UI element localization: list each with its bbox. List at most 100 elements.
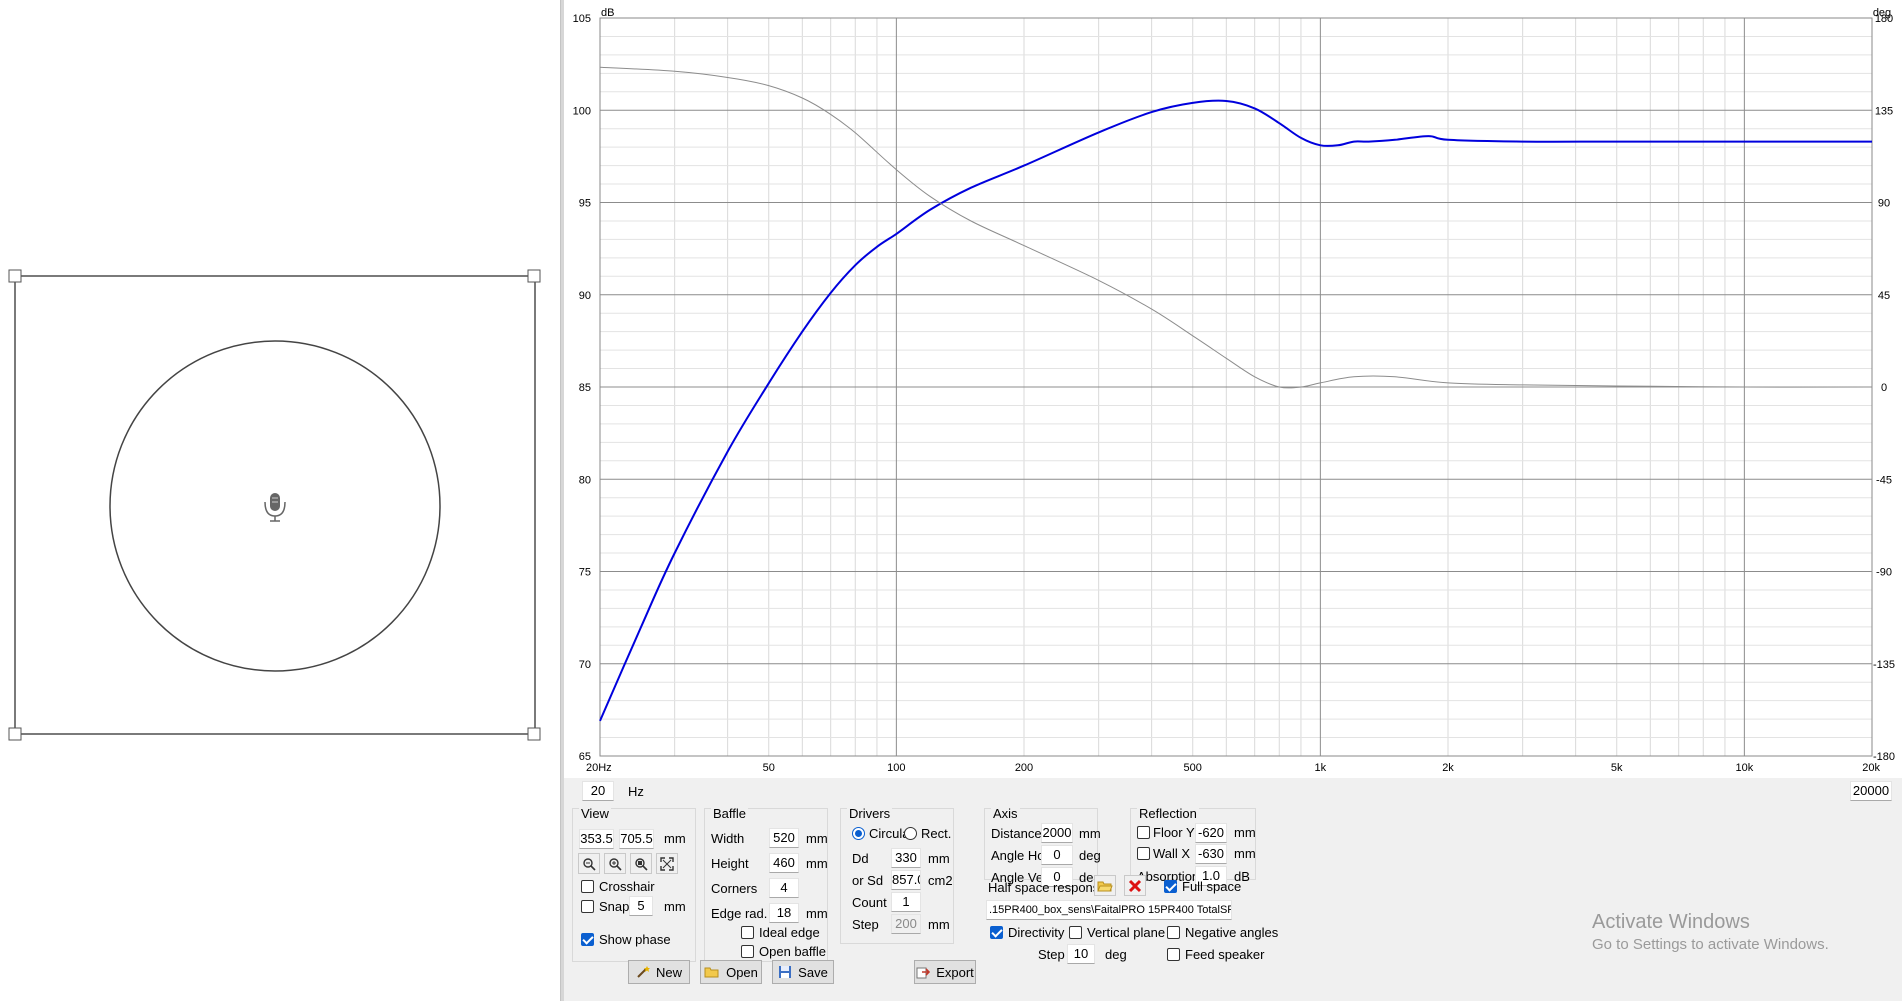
phase-curve [599, 66, 1873, 389]
view-group-title: View [579, 806, 611, 821]
export-icon [916, 967, 931, 979]
freq-max-input[interactable]: 20000 [1850, 781, 1892, 801]
x-tick-label: 10k [1735, 762, 1753, 774]
driver-step-input[interactable]: 200 [891, 914, 921, 934]
sd-input[interactable]: 857.0 [891, 870, 921, 890]
y-right-tick-label: -90 [1876, 567, 1892, 579]
ideal-edge-checkbox[interactable] [741, 926, 754, 939]
wall-checkbox[interactable] [1137, 847, 1150, 860]
driver-step-label: Step [852, 917, 879, 932]
count-input[interactable]: 1 [891, 892, 921, 912]
x-tick-label: 500 [1184, 762, 1202, 774]
baffle-corner-handle-bl[interactable] [8, 727, 22, 741]
x-tick-label: 200 [1015, 762, 1033, 774]
floppy-disk-icon [779, 966, 792, 978]
y-left-unit: dB [601, 7, 614, 19]
full-space-checkbox[interactable] [1164, 880, 1177, 893]
negative-angles-checkbox[interactable] [1167, 926, 1180, 939]
reflection-group: Reflection Floor Y -620 mm Wall X -630 m… [1130, 806, 1256, 886]
reflection-group-title: Reflection [1137, 806, 1199, 821]
dd-label: Dd [852, 851, 869, 866]
zoom-out-button[interactable] [578, 853, 600, 874]
drivers-group-title: Drivers [847, 806, 893, 821]
new-button[interactable]: New [628, 960, 690, 984]
axis-group: Axis Distance 2000 mm Angle Hor 0 deg An… [984, 806, 1101, 887]
show-phase-label: Show phase [599, 932, 671, 947]
zoom-fit-button[interactable] [656, 853, 678, 874]
floor-unit: mm [1234, 825, 1256, 840]
sd-unit: cm2 [928, 873, 953, 888]
rect-radio[interactable] [904, 827, 917, 840]
baffle-width-input[interactable]: 520 [769, 828, 799, 848]
open-button[interactable]: Open [700, 960, 762, 984]
view-unit: mm [664, 831, 686, 846]
zoom-in-button[interactable] [604, 853, 626, 874]
rect-label: Rect. [921, 826, 952, 841]
clear-file-button[interactable] [1124, 875, 1146, 896]
edge-radius-label: Edge rad. [711, 906, 768, 921]
x-tick-label: 50 [763, 762, 775, 774]
baffle-corners-input[interactable]: 4 [769, 878, 799, 898]
open-baffle-checkbox[interactable] [741, 945, 754, 958]
open-button-label: Open [726, 964, 758, 980]
directivity-checkbox[interactable] [990, 926, 1003, 939]
vertical-plane-checkbox[interactable] [1069, 926, 1082, 939]
snap-checkbox[interactable] [581, 900, 594, 913]
view-x-input[interactable]: 353.5 [579, 829, 614, 849]
drivers-group: Drivers Circular Rect. Dd 330 mm or Sd 8… [840, 806, 954, 944]
baffle-canvas[interactable] [0, 0, 560, 1001]
activate-windows-title: Activate Windows [1592, 911, 1750, 933]
feed-speaker-checkbox[interactable] [1167, 948, 1180, 961]
baffle-view[interactable] [0, 0, 560, 1001]
distance-input[interactable]: 2000 [1041, 823, 1073, 843]
freq-min-unit: Hz [628, 784, 644, 799]
control-panel: 20 Hz 20000 View 353.5 705.5 mm Crosshai… [564, 778, 1902, 1001]
export-button[interactable]: Export [914, 960, 976, 984]
freq-min-input[interactable]: 20 [582, 781, 614, 801]
directivity-step-unit: deg [1105, 947, 1127, 962]
floor-label: Floor Y [1153, 825, 1195, 840]
circular-radio[interactable] [852, 827, 865, 840]
x-tick-label: 20Hz [586, 762, 612, 774]
floor-input[interactable]: -620 [1195, 823, 1227, 843]
directivity-label: Directivity [1008, 925, 1065, 940]
save-button[interactable]: Save [772, 960, 834, 984]
zoom-window-button[interactable] [630, 853, 652, 874]
frequency-response-graph[interactable]: 105 100 95 90 85 80 75 70 65 180 135 90 45 0 -45 -90 -13… [564, 0, 1902, 778]
ideal-edge-label: Ideal edge [759, 925, 820, 940]
vertical-plane-label: Vertical plane [1087, 925, 1166, 940]
y-left-tick-label: 80 [579, 474, 591, 486]
show-phase-checkbox[interactable] [581, 933, 594, 946]
view-group: View 353.5 705.5 mm Crosshair Snap 5 mm … [572, 806, 696, 962]
save-button-label: Save [798, 964, 828, 980]
half-space-file-path[interactable]: .15PR400_box_sens\FaitalPRO 15PR400 Tota… [986, 900, 1232, 920]
baffle-corner-handle-br[interactable] [527, 727, 541, 741]
dd-input[interactable]: 330 [891, 848, 921, 868]
snap-input[interactable]: 5 [629, 896, 653, 916]
angle-hor-unit: deg [1079, 848, 1101, 863]
angle-hor-input[interactable]: 0 [1041, 845, 1073, 865]
load-file-button[interactable] [1094, 875, 1116, 896]
feed-speaker-label: Feed speaker [1185, 947, 1265, 962]
y-right-tick-label: -45 [1876, 474, 1892, 486]
zoom-fit-icon [660, 856, 674, 871]
view-y-input[interactable]: 705.5 [619, 829, 654, 849]
microphone-icon[interactable] [264, 493, 286, 522]
crosshair-checkbox[interactable] [581, 880, 594, 893]
baffle-height-input[interactable]: 460 [769, 853, 799, 873]
zoom-in-icon [609, 857, 622, 871]
baffle-corner-handle-tr[interactable] [527, 269, 541, 283]
x-tick-label: 100 [887, 762, 905, 774]
directivity-step-input[interactable]: 10 [1067, 944, 1095, 964]
dd-unit: mm [928, 851, 950, 866]
edge-radius-input[interactable]: 18 [769, 903, 799, 923]
distance-unit: mm [1079, 826, 1101, 841]
directivity-step-label: Step [1038, 947, 1065, 962]
baffle-corner-handle-tl[interactable] [8, 269, 22, 283]
magic-wand-icon [637, 966, 650, 978]
floor-checkbox[interactable] [1137, 826, 1150, 839]
y-left-tick-label: 90 [579, 290, 591, 302]
spl-curve [599, 99, 1872, 722]
edge-radius-unit: mm [806, 906, 828, 921]
wall-input[interactable]: -630 [1195, 844, 1227, 864]
